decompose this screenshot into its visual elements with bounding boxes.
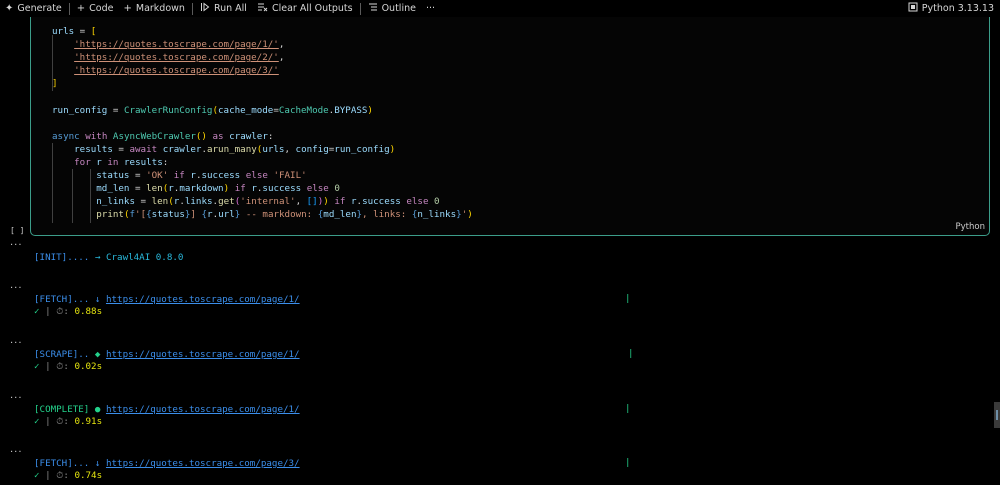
output-menu-button[interactable]: ···	[10, 283, 23, 294]
generate-label: Generate	[17, 3, 62, 14]
output-complete-page1-timing: ✓ | ⏱: 0.91s	[34, 415, 102, 428]
sparkle-icon: ✦	[5, 2, 14, 14]
run-all-icon	[200, 2, 210, 15]
log-tag: [INIT]....	[34, 252, 90, 263]
clear-all-outputs-label: Clear All Outputs	[271, 3, 353, 14]
log-separator: |	[628, 348, 634, 359]
separator: |	[45, 470, 51, 481]
code-cell-editor[interactable]: urls = [ 'https://quotes.toscrape.com/pa…	[30, 17, 990, 236]
download-arrow-icon: ↓	[94, 458, 101, 469]
output-scrape-page1-timing: ✓ | ⏱: 0.02s	[34, 360, 102, 373]
output-menu-button[interactable]: ···	[10, 447, 23, 458]
log-separator: |	[625, 293, 631, 304]
output-link[interactable]: https://quotes.toscrape.com/page/1/	[106, 404, 300, 415]
kernel-picker[interactable]: Python 3.13.13	[908, 0, 994, 17]
dot-icon: ●	[94, 404, 101, 415]
run-all-button[interactable]: Run All	[195, 0, 252, 17]
log-tag: [FETCH]...	[34, 458, 90, 469]
add-code-cell-button[interactable]: + Code	[72, 0, 119, 17]
code-label: Code	[89, 3, 114, 14]
separator: |	[45, 416, 51, 427]
log-separator: |	[625, 457, 631, 468]
duration: 0.91s	[74, 416, 103, 427]
output-menu-button[interactable]: ···	[10, 393, 23, 404]
check-icon: ✓	[34, 470, 40, 481]
notebook-toolbar: ✦ Generate + Code + Markdown Run All Cle…	[0, 0, 1000, 17]
clear-all-outputs-button[interactable]: Clear All Outputs	[252, 0, 358, 17]
timer-icon: ⏱:	[56, 361, 69, 372]
plus-icon: +	[123, 2, 132, 14]
output-link[interactable]: https://quotes.toscrape.com/page/1/	[106, 349, 300, 360]
output-init: [INIT].... → Crawl4AI 0.8.0	[34, 251, 183, 264]
add-markdown-cell-button[interactable]: + Markdown	[118, 0, 189, 17]
toolbar-divider	[359, 2, 361, 15]
outline-label: Outline	[381, 3, 416, 14]
output-link[interactable]: https://quotes.toscrape.com/page/3/	[106, 458, 300, 469]
scrollbar-thumb[interactable]	[994, 402, 1000, 428]
kernel-icon	[908, 2, 918, 15]
more-icon: ···	[425, 3, 436, 14]
kernel-label: Python 3.13.13	[921, 3, 994, 14]
run-all-label: Run All	[213, 3, 247, 14]
arrow-icon: →	[94, 252, 101, 263]
check-icon: ✓	[34, 361, 40, 372]
check-icon: ✓	[34, 416, 40, 427]
output-link[interactable]: https://quotes.toscrape.com/page/1/	[106, 294, 300, 305]
cell-language-indicator[interactable]: Python	[956, 222, 985, 232]
generate-button[interactable]: ✦ Generate	[0, 0, 67, 17]
log-tag: [COMPLETE]	[34, 404, 90, 415]
clear-outputs-icon	[257, 2, 268, 15]
log-text: Crawl4AI 0.8.0	[105, 252, 184, 263]
output-fetch-page3-timing: ✓ | ⏱: 0.74s	[34, 469, 102, 482]
timer-icon: ⏱:	[56, 416, 69, 427]
duration: 0.02s	[74, 361, 103, 372]
duration: 0.88s	[74, 306, 103, 317]
plus-icon: +	[76, 2, 86, 14]
timer-icon: ⏱:	[56, 470, 69, 481]
log-tag: [SCRAPE]..	[34, 349, 90, 360]
check-icon: ✓	[34, 306, 40, 317]
markdown-label: Markdown	[135, 3, 185, 14]
output-menu-button[interactable]: ···	[10, 240, 23, 251]
code-source: urls = [ 'https://quotes.toscrape.com/pa…	[52, 26, 473, 221]
outline-button[interactable]: Outline	[363, 0, 421, 17]
scroll-marker	[996, 410, 998, 420]
log-separator: |	[625, 403, 631, 414]
timer-icon: ⏱:	[56, 306, 69, 317]
download-arrow-icon: ↓	[94, 294, 101, 305]
separator: |	[45, 306, 51, 317]
output-menu-button[interactable]: ···	[10, 338, 23, 349]
cell-execution-count: [ ]	[10, 226, 25, 235]
duration: 0.74s	[74, 470, 103, 481]
toolbar-divider	[191, 2, 193, 15]
outline-icon	[368, 2, 378, 15]
output-fetch-page1-timing: ✓ | ⏱: 0.88s	[34, 305, 102, 318]
separator: |	[45, 361, 51, 372]
toolbar-divider	[68, 2, 70, 15]
diamond-icon: ◆	[94, 349, 101, 360]
log-tag: [FETCH]...	[34, 294, 90, 305]
more-actions-button[interactable]: ···	[421, 0, 440, 17]
